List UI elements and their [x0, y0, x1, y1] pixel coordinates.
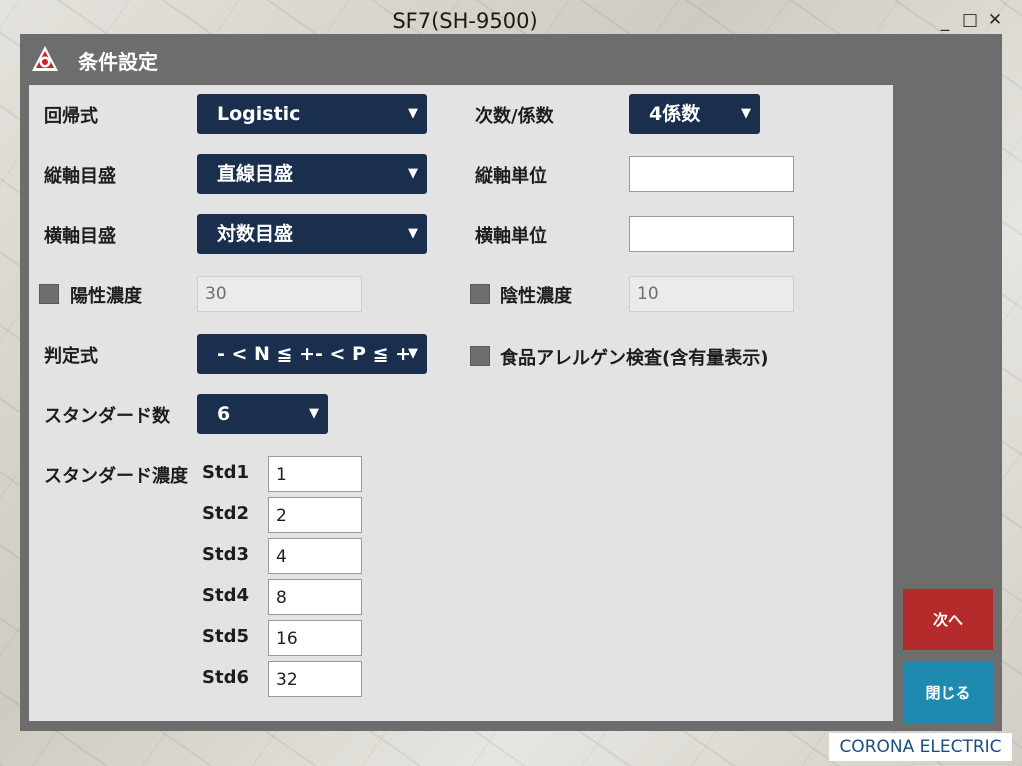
- std-label: Std4: [202, 585, 249, 606]
- minimize-icon[interactable]: _: [934, 12, 956, 32]
- chevron-down-icon: ▼: [408, 226, 418, 241]
- order-select[interactable]: 4係数 ▼: [629, 94, 760, 134]
- chevron-down-icon: ▼: [408, 346, 418, 361]
- settings-panel: 回帰式 Logistic ▼ 次数/係数 4係数 ▼ 縦軸目盛 直線目盛 ▼ 縦…: [29, 85, 893, 721]
- allergen-checkbox[interactable]: [470, 346, 490, 366]
- regression-label: 回帰式: [44, 106, 98, 127]
- judgement-label: 判定式: [44, 346, 98, 367]
- std-input[interactable]: 8: [268, 579, 362, 615]
- std-label: Std3: [202, 544, 249, 565]
- y-scale-value: 直線目盛: [217, 163, 294, 185]
- negative-checkbox[interactable]: [470, 284, 490, 304]
- std-input[interactable]: 4: [268, 538, 362, 574]
- order-label: 次数/係数: [475, 106, 554, 127]
- x-scale-label: 横軸目盛: [44, 226, 116, 247]
- settings-dialog: 条件設定 回帰式 Logistic ▼ 次数/係数 4係数 ▼ 縦軸目盛 直線目…: [20, 34, 1002, 731]
- y-unit-label: 縦軸単位: [475, 166, 547, 187]
- std-conc-label: スタンダード濃度: [44, 466, 188, 487]
- allergen-label: 食品アレルゲン検査(含有量表示): [500, 348, 769, 369]
- x-unit-label: 横軸単位: [475, 226, 547, 247]
- std-count-value: 6: [217, 403, 231, 425]
- x-unit-input[interactable]: [629, 216, 794, 252]
- positive-input[interactable]: 30: [197, 276, 362, 312]
- judgement-value: - < N ≦ +- < P ≦ +: [217, 343, 412, 365]
- std-count-select[interactable]: 6 ▼: [197, 394, 328, 434]
- y-scale-select[interactable]: 直線目盛 ▼: [197, 154, 427, 194]
- brand-logo: CORONA ELECTRIC: [829, 733, 1012, 761]
- std-count-label: スタンダード数: [44, 406, 170, 427]
- std-label: Std1: [202, 462, 249, 483]
- y-unit-input[interactable]: [629, 156, 794, 192]
- x-scale-value: 対数目盛: [217, 223, 294, 245]
- negative-label: 陰性濃度: [500, 286, 572, 307]
- close-icon[interactable]: ✕: [984, 10, 1006, 30]
- negative-input[interactable]: 10: [629, 276, 794, 312]
- corona-logo-icon: [32, 46, 58, 71]
- x-scale-select[interactable]: 対数目盛 ▼: [197, 214, 427, 254]
- chevron-down-icon: ▼: [408, 166, 418, 181]
- std-label: Std2: [202, 503, 249, 524]
- positive-checkbox[interactable]: [39, 284, 59, 304]
- regression-select[interactable]: Logistic ▼: [197, 94, 427, 134]
- order-value: 4係数: [649, 103, 701, 125]
- chevron-down-icon: ▼: [309, 406, 319, 421]
- window-title: SF7(SH-9500): [392, 9, 538, 33]
- judgement-select[interactable]: - < N ≦ +- < P ≦ + ▼: [197, 334, 427, 374]
- std-label: Std6: [202, 667, 249, 688]
- regression-value: Logistic: [217, 103, 301, 125]
- dialog-header: 条件設定: [20, 34, 1002, 84]
- std-input[interactable]: 16: [268, 620, 362, 656]
- std-input[interactable]: 1: [268, 456, 362, 492]
- close-button[interactable]: 閉じる: [903, 662, 993, 723]
- positive-label: 陽性濃度: [70, 286, 142, 307]
- std-input[interactable]: 2: [268, 497, 362, 533]
- next-button[interactable]: 次へ: [903, 589, 993, 650]
- chevron-down-icon: ▼: [408, 106, 418, 121]
- dialog-title: 条件設定: [78, 50, 158, 74]
- y-scale-label: 縦軸目盛: [44, 166, 116, 187]
- std-input[interactable]: 32: [268, 661, 362, 697]
- chevron-down-icon: ▼: [741, 106, 751, 121]
- std-label: Std5: [202, 626, 249, 647]
- maximize-icon[interactable]: □: [959, 10, 981, 30]
